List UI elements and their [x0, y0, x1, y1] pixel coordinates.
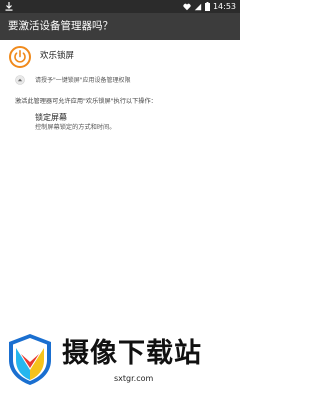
permissions-intro: 激活此管理器可允许应用"欢乐锁屏"执行以下操作：	[15, 98, 157, 105]
watermark-logo-icon	[9, 334, 51, 385]
power-icon	[9, 46, 31, 68]
status-bar: 14:53	[0, 0, 240, 13]
request-text: 请授予"一键锁屏"应用设备管理权限	[35, 77, 131, 84]
signal-icon	[194, 3, 202, 10]
heart-icon	[183, 3, 191, 10]
permission-description: 控制屏幕锁定的方式和时间。	[35, 124, 116, 131]
battery-icon	[204, 2, 210, 11]
app-bar: 要激活设备管理器吗？	[0, 13, 240, 40]
app-name: 欢乐锁屏	[40, 51, 75, 61]
page-title: 要激活设备管理器吗？	[8, 20, 113, 32]
status-time: 14:53	[212, 2, 236, 11]
permission-title: 锁定屏幕	[35, 113, 67, 122]
watermark-text: 摄像下载站	[62, 338, 202, 369]
watermark-url: sxtgr.com	[114, 374, 154, 383]
watermark: 摄像下载站 sxtgr.com	[0, 320, 240, 400]
download-icon	[5, 2, 13, 11]
expand-up-icon[interactable]	[15, 75, 25, 85]
status-icons: 14:53	[183, 0, 236, 13]
